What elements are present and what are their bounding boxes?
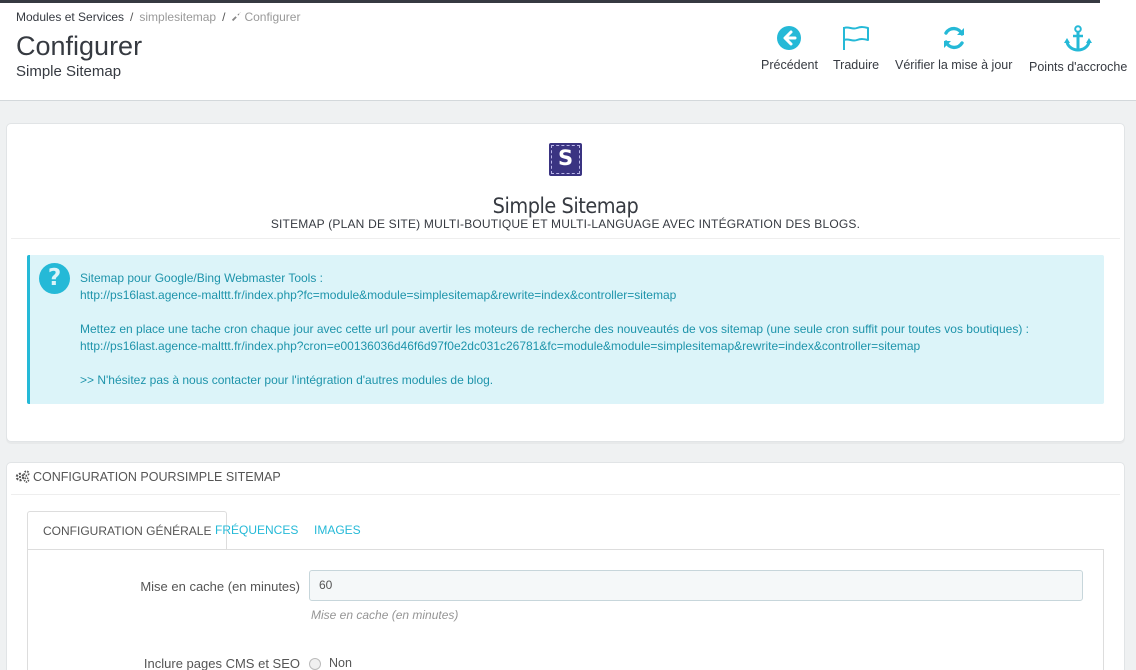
alert-contact-text[interactable]: >> N'hésitez pas à nous contacter pour l… bbox=[80, 373, 493, 387]
divider bbox=[11, 238, 1120, 239]
hooks-label: Points d'accroche bbox=[1029, 60, 1128, 74]
breadcrumb: Modules et Services / simplesitemap / Config… bbox=[16, 10, 300, 24]
breadcrumb-module[interactable]: simplesitemap bbox=[139, 10, 216, 24]
flag-icon bbox=[843, 26, 870, 50]
translate-label: Traduire bbox=[833, 58, 880, 72]
cms-no-label[interactable]: Non bbox=[329, 656, 352, 670]
cms-no-radio[interactable] bbox=[309, 658, 321, 670]
module-description: SITEMAP (PLAN DE SITE) MULTI-BOUTIQUE ET… bbox=[270, 217, 861, 231]
module-logo-letter: S bbox=[557, 146, 574, 170]
tab-content: Mise en cache (en minutes) 60 Mise en ca… bbox=[27, 549, 1104, 670]
configuration-panel: CONFIGURATION POURSIMPLE SITEMAP CONFIGU… bbox=[6, 462, 1125, 670]
alert-sitemap-url[interactable]: http://ps16last.agence-malttt.fr/index.p… bbox=[80, 288, 676, 302]
tab-frequencies[interactable]: FRÉQUENCES bbox=[215, 511, 298, 550]
module-logo: S bbox=[549, 143, 582, 176]
cache-help: Mise en cache (en minutes) bbox=[311, 608, 459, 622]
arrow-left-circle-icon bbox=[777, 26, 802, 50]
alert-cron-text: Mettez en place une tache cron chaque jo… bbox=[80, 322, 1029, 336]
back-label: Précédent bbox=[761, 58, 818, 72]
panel-heading: CONFIGURATION POURSIMPLE SITEMAP bbox=[15, 470, 281, 484]
refresh-icon bbox=[943, 26, 964, 50]
page-header: Modules et Services / simplesitemap / Config… bbox=[0, 3, 1136, 101]
page-title: Configurer bbox=[16, 31, 143, 61]
module-title: Simple Sitemap bbox=[492, 194, 639, 218]
breadcrumb-separator: / bbox=[222, 10, 226, 24]
check-update-label: Vérifier la mise à jour bbox=[895, 58, 1013, 72]
divider bbox=[11, 494, 1120, 495]
module-info-panel: S Simple Sitemap SITEMAP (PLAN DE SITE) … bbox=[6, 123, 1125, 442]
question-icon: ? bbox=[39, 263, 70, 294]
breadcrumb-current-label: Configurer bbox=[244, 10, 301, 24]
tab-images[interactable]: IMAGES bbox=[314, 511, 361, 550]
page-subtitle: Simple Sitemap bbox=[16, 63, 122, 80]
alert-cron-url[interactable]: http://ps16last.agence-malttt.fr/index.p… bbox=[80, 339, 920, 353]
cache-input[interactable]: 60 bbox=[309, 570, 1083, 601]
tab-general-config[interactable]: CONFIGURATION GÉNÉRALE bbox=[27, 511, 228, 550]
cms-pages-label: Inclure pages CMS et SEO bbox=[143, 656, 300, 670]
cogs-icon bbox=[15, 470, 30, 483]
info-alert: ? Sitemap pour Google/Bing Webmaster Too… bbox=[27, 255, 1104, 404]
wrench-icon bbox=[232, 12, 242, 22]
cache-label: Mise en cache (en minutes) bbox=[140, 579, 300, 594]
panel-heading-label: CONFIGURATION POURSIMPLE SITEMAP bbox=[33, 470, 281, 484]
breadcrumb-current: Configurer bbox=[231, 10, 300, 24]
anchor-icon bbox=[1064, 25, 1093, 52]
alert-sitemap-text: Sitemap pour Google/Bing Webmaster Tools… bbox=[80, 271, 324, 285]
hooks-button[interactable]: Points d'accroche bbox=[1029, 25, 1127, 74]
back-button[interactable]: Précédent bbox=[761, 25, 818, 72]
breadcrumb-modules[interactable]: Modules et Services bbox=[16, 10, 124, 24]
check-update-button[interactable]: Vérifier la mise à jour bbox=[895, 25, 1012, 72]
breadcrumb-separator: / bbox=[130, 10, 134, 24]
translate-button[interactable]: Traduire bbox=[833, 25, 879, 72]
